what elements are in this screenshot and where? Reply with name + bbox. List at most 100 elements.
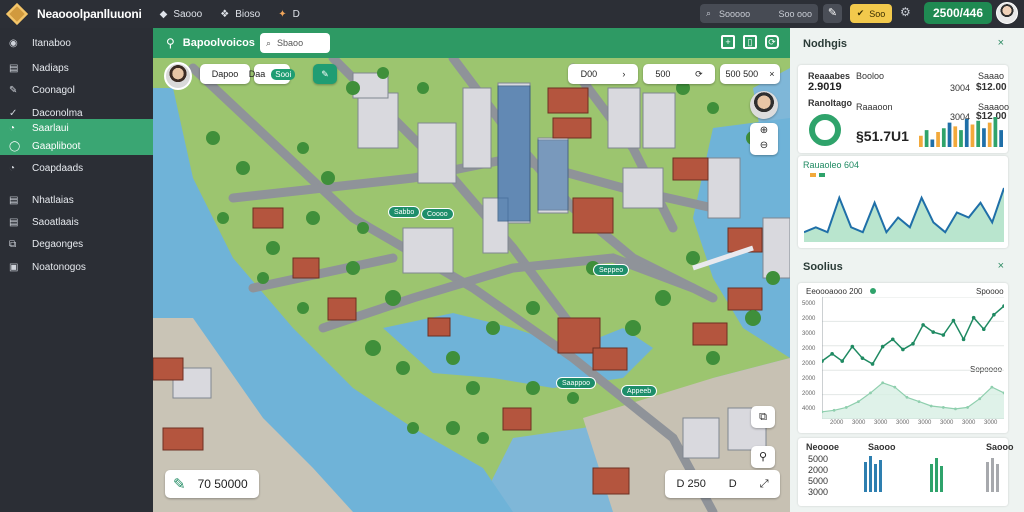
donut-ring xyxy=(809,114,841,146)
card1-area: Rauaoleo 604 xyxy=(798,156,1008,248)
summary-row-3: 3000 xyxy=(808,487,829,497)
map-layers-button[interactable]: ⧉ xyxy=(751,406,775,428)
split-view-icon[interactable]: ▯ xyxy=(743,35,757,49)
map-pill-1[interactable]: Daa Sooi xyxy=(249,64,296,84)
summary-header-2: Saooo xyxy=(986,442,1014,452)
bar-13 xyxy=(993,117,998,147)
donut-chart xyxy=(809,114,841,146)
map-edit-button[interactable]: ✎ xyxy=(313,64,337,84)
y-tick-3: 2000 xyxy=(802,346,816,352)
series-1-point-2 xyxy=(844,406,848,409)
map-pill-0[interactable]: Dapoo xyxy=(200,64,250,84)
series-1-point-14 xyxy=(990,385,994,389)
refresh-icon[interactable]: ⟳ xyxy=(765,35,779,49)
user-avatar[interactable] xyxy=(996,2,1018,24)
map-search-input[interactable]: ⌕ Sbaoo xyxy=(260,33,330,53)
top-nav-item-0[interactable]: ◆ Saooo xyxy=(160,9,203,20)
chat-icon: ◔ xyxy=(9,122,16,134)
chat-icon: ◔ xyxy=(9,162,16,174)
mini-bar-chart xyxy=(919,117,1003,147)
stat-label-2: Ranoltago xyxy=(808,98,852,108)
bar-1 xyxy=(924,130,929,147)
layers-icon: ⧉ xyxy=(759,411,767,423)
stat-value-1a: 3004 xyxy=(950,83,971,93)
map-pin-button[interactable]: ⚲ xyxy=(751,446,775,468)
card3-summary: Neoooe Saooo Saooo 5000 2000 5000 3000 xyxy=(798,438,1014,506)
map-marker-2[interactable]: Saappoo xyxy=(556,377,597,389)
map-zoom-control[interactable]: ⊕ ⊖ xyxy=(750,123,778,155)
stat-value-0b: Saaao xyxy=(978,71,1005,81)
sidebar-item-10[interactable]: ▣ Noatonogos xyxy=(0,258,153,276)
edit-icon: ✎ xyxy=(173,476,186,493)
sidebar-item-0[interactable]: ◉ Itanaboo xyxy=(0,34,153,52)
sidebar-item-6[interactable]: ◔ Coapdaads xyxy=(0,159,153,177)
series-1-point-12 xyxy=(966,406,969,409)
close-icon[interactable]: × xyxy=(998,37,1004,49)
zoom-out-icon: ⊖ xyxy=(759,140,769,151)
series-1-point-1 xyxy=(832,408,836,412)
map-title: Bapoolvoicos xyxy=(182,37,255,49)
sidebar-item-8[interactable]: ▤ Saoatlaais xyxy=(0,213,153,231)
edit-button[interactable]: ✎ xyxy=(823,4,842,23)
series-1-point-6 xyxy=(893,385,897,389)
map-toolbar-a[interactable]: D00 › xyxy=(568,64,638,84)
series-1-point-7 xyxy=(905,395,909,399)
stat-label-0: Reaaabes xyxy=(808,71,851,81)
series-1-point-4 xyxy=(869,391,872,395)
series-0-point-14 xyxy=(961,337,966,342)
sidebar-item-5[interactable]: ◯ Gaapliboot xyxy=(0,137,153,155)
summary-header-0: Neoooe xyxy=(806,442,840,452)
y-tick-4: 2000 xyxy=(802,361,816,367)
bar-4 xyxy=(941,128,946,147)
series-1-point-3 xyxy=(857,400,860,404)
sidebar-item-1[interactable]: ▤ Nadiaps xyxy=(0,59,153,77)
sidebar-item-9[interactable]: ⧉ Degaonges xyxy=(0,235,153,253)
map-toolbar-b[interactable]: 500 ⟳ xyxy=(643,64,715,84)
close-icon[interactable]: × xyxy=(998,260,1004,272)
top-search-input[interactable]: ⌕ Sooooo Soo ooo xyxy=(700,4,818,23)
y-tick-2: 3000 xyxy=(802,331,816,337)
map-marker-3[interactable]: Appeeb xyxy=(621,385,658,397)
grid-icon[interactable]: + xyxy=(721,35,735,49)
count-badge[interactable]: 2500/446 xyxy=(924,2,992,24)
summary-row-0: 5000 xyxy=(808,454,829,464)
sidebar-item-4[interactable]: ◔ Saarlaui xyxy=(0,119,153,137)
gear-icon[interactable]: ⚙ xyxy=(900,5,911,19)
status-chip[interactable]: ✔ Soo xyxy=(850,4,892,23)
y-tick-6: 2000 xyxy=(802,391,816,397)
map-toolbar-c[interactable]: 500 500 × xyxy=(720,64,780,84)
series-1-point-10 xyxy=(941,406,945,409)
legend-dot-icon xyxy=(870,288,876,294)
map-marker-4[interactable]: Coooo xyxy=(421,208,454,220)
line-chart-y-axis: 5000 2000 3000 2000 2000 2000 2000 4000 xyxy=(802,301,822,419)
sidebar: ◉ Itanaboo ▤ Nadiaps ✎ Coonagol ✓ Daconolma … xyxy=(0,28,153,512)
series-1-point-11 xyxy=(954,407,957,411)
sidebar-item-2[interactable]: ✎ Coonagol xyxy=(0,81,153,99)
bar-0 xyxy=(919,135,923,147)
series-0-point-12 xyxy=(941,333,946,337)
city-map[interactable]: Dapoo Daa Sooi ✎ D00 › 500 ⟳ 500 500 × ⊕ ⊖ ⧉ … xyxy=(153,28,790,512)
card2-header: Soolius × xyxy=(790,251,1016,283)
map-marker-1[interactable]: Seppeo xyxy=(593,264,630,276)
bar-3 xyxy=(936,132,940,147)
area-chart-label: Rauaoleo 604 xyxy=(803,160,860,170)
pencil-icon: ✎ xyxy=(321,68,329,79)
top-nav-item-1[interactable]: ❖ Bioso xyxy=(220,9,260,20)
series-0-point-15 xyxy=(971,315,976,320)
top-nav-item-2[interactable]: ✦ D xyxy=(278,9,300,20)
check-icon: ✓ xyxy=(9,107,18,119)
line-chart xyxy=(822,297,1004,419)
map-pill-2[interactable]: Sooi xyxy=(271,68,296,80)
series-0-line xyxy=(822,305,1004,366)
map-marker-0[interactable]: Sabbo xyxy=(388,206,421,218)
card1-stats: Reaaabes Booloo Saaao 2.9019 3004 $12.00… xyxy=(798,65,1009,153)
mini-column-charts xyxy=(864,456,999,492)
map-user-avatar[interactable] xyxy=(750,91,778,119)
summary-row-2: 5000 xyxy=(808,476,829,486)
y-tick-0: 5000 xyxy=(802,301,816,307)
map-coordinate-bar[interactable]: D 250 D ⤢ xyxy=(665,470,780,498)
bar-12 xyxy=(987,122,992,147)
map-scale-indicator[interactable]: ✎ 70 50000 xyxy=(165,470,259,498)
sidebar-item-7[interactable]: ▤ Nhatlaias xyxy=(0,191,153,209)
map-avatar[interactable] xyxy=(164,62,192,90)
